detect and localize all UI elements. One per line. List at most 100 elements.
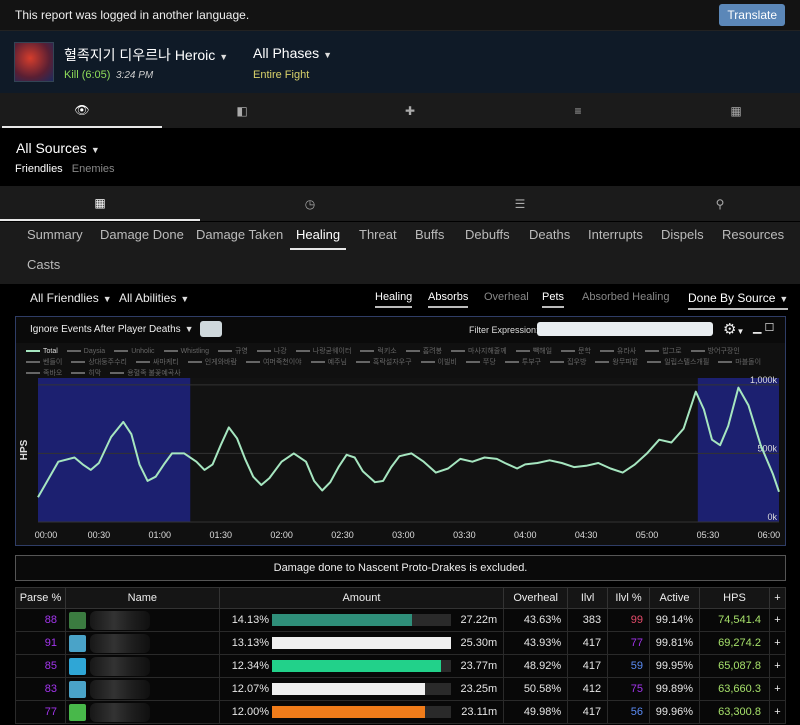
ilvl-pct-cell: 75 [607, 677, 651, 701]
chevron-down-icon: ▼ [102, 294, 112, 304]
phase-selector[interactable]: All Phases ▼ [253, 45, 332, 61]
col-active[interactable]: Active [649, 587, 701, 609]
hps-cell: 63,660.3 [699, 677, 770, 701]
tab-deaths[interactable]: Deaths [529, 222, 570, 250]
x-tick-label: 01:00 [149, 530, 172, 540]
expand-button[interactable]: + [768, 654, 787, 678]
table-header-row: Parse % Name Amount Overheal Ilvl Ilvl %… [15, 587, 787, 609]
tab-resources[interactable]: Resources [722, 222, 784, 250]
tab-casts[interactable]: Casts [27, 252, 60, 280]
amount-bar [271, 637, 451, 649]
amount-percent: 14.13% [231, 614, 269, 626]
list-icon: ☰ [514, 196, 526, 211]
active-cell: 99.95% [649, 654, 701, 678]
nav-tab-addons[interactable]: ✚ [330, 93, 490, 128]
table-row[interactable]: 85 12.34% 23.77m 48.92% 417 59 99.95% 65,087.8 + [15, 654, 787, 678]
nav-tab-overview[interactable]: 👁 [2, 93, 162, 128]
metric-tabs: Summary Damage Done Damage Taken Healing… [0, 222, 800, 284]
amount-value: 27.22m [460, 614, 498, 626]
nav-tab-replay[interactable]: ▦ [656, 93, 800, 128]
parse-cell: 85 [15, 654, 66, 678]
active-cell: 99.89% [649, 677, 701, 701]
kill-label: Kill (6:05) [64, 69, 111, 81]
view-tab-timeline[interactable]: ◷ [210, 186, 410, 221]
active-cell: 99.96% [649, 700, 701, 724]
tab-interrupts[interactable]: Interrupts [588, 222, 643, 250]
amount-cell: 14.13% 27.22m [218, 608, 505, 632]
overheal-cell: 50.58% [503, 677, 569, 701]
tab-enemies[interactable]: Enemies [72, 163, 115, 175]
col-name[interactable]: Name [64, 587, 220, 609]
parse-cell: 91 [15, 631, 66, 655]
tab-buffs[interactable]: Buffs [415, 222, 444, 250]
nav-tab-compare[interactable]: ◧ [162, 93, 322, 128]
view-tab-events[interactable]: ☰ [420, 186, 620, 221]
option-pets[interactable]: Pets [542, 291, 565, 308]
col-overheal[interactable]: Overheal [503, 587, 569, 609]
option-overheal[interactable]: Overheal [484, 291, 529, 306]
x-tick-label: 02:00 [270, 530, 293, 540]
chevron-down-icon: ▼ [779, 294, 789, 304]
table-row[interactable]: 88 14.13% 27.22m 43.63% 383 99 99.14% 74,541.4 + [15, 608, 787, 632]
boss-selector[interactable]: 혈족지기 디우르나 Heroic ▼ [64, 45, 228, 65]
tab-threat[interactable]: Threat [359, 222, 397, 250]
option-absorbs[interactable]: Absorbs [428, 291, 469, 308]
table-icon: ▦ [94, 195, 106, 210]
tab-damage-done[interactable]: Damage Done [100, 222, 184, 250]
healing-graph: Ignore Events After Player Deaths ▼ Filte… [15, 316, 786, 546]
y-tick-label: 0k [767, 512, 777, 522]
ilvl-pct-cell: 99 [607, 608, 651, 632]
tab-healing[interactable]: Healing [290, 222, 347, 250]
clock-icon: ◷ [304, 196, 316, 211]
x-tick-label: 04:00 [514, 530, 537, 540]
col-amount[interactable]: Amount [218, 587, 505, 609]
option-healing[interactable]: Healing [375, 291, 413, 308]
translate-button[interactable]: Translate [719, 4, 785, 26]
col-parse[interactable]: Parse % [15, 587, 66, 609]
col-add[interactable]: + [768, 587, 787, 609]
view-tab-table[interactable]: ▦ [0, 186, 200, 221]
expand-button[interactable]: + [768, 608, 787, 632]
name-cell[interactable] [64, 677, 220, 701]
friendlies-filter[interactable]: All Friendlies ▼ [30, 291, 112, 305]
tab-debuffs[interactable]: Debuffs [465, 222, 510, 250]
sources-selector[interactable]: All Sources ▼ [16, 140, 100, 156]
amount-bar [271, 683, 425, 695]
nav-tab-rankings[interactable]: ≡ [498, 93, 658, 128]
expand-button[interactable]: + [768, 677, 787, 701]
redacted-name [89, 611, 150, 630]
table-row[interactable]: 83 12.07% 23.25m 50.58% 412 75 99.89% 63,660.3 + [15, 677, 787, 701]
name-cell[interactable] [64, 654, 220, 678]
overheal-cell: 43.63% [503, 608, 569, 632]
name-cell[interactable] [64, 631, 220, 655]
name-cell[interactable] [64, 608, 220, 632]
done-by-selector[interactable]: Done By Source ▼ [688, 291, 789, 310]
hps-chart: 0k500k1,000kHPS00:00 00:30 01:00 01:30 02:00… [19, 375, 780, 540]
ilvl-pct-cell: 59 [607, 654, 651, 678]
col-hps[interactable]: HPS [699, 587, 770, 609]
sources-label: All Sources [16, 140, 87, 156]
option-absorbed-healing[interactable]: Absorbed Healing [582, 291, 669, 306]
tab-dispels[interactable]: Dispels [661, 222, 704, 250]
tab-summary[interactable]: Summary [27, 222, 83, 250]
spec-icon [68, 681, 86, 698]
amount-percent: 12.00% [231, 706, 269, 718]
active-cell: 99.14% [649, 608, 701, 632]
col-ilvl[interactable]: Ilvl [567, 587, 609, 609]
view-tab-map[interactable]: ⚲ [620, 186, 800, 221]
abilities-filter[interactable]: All Abilities ▼ [119, 291, 189, 305]
table-row[interactable]: 91 13.13% 25.30m 43.93% 417 77 99.81% 69,274.2 + [15, 631, 787, 655]
col-ilvl-pct[interactable]: Ilvl % [607, 587, 651, 609]
tab-damage-taken[interactable]: Damage Taken [196, 222, 283, 250]
table-row[interactable]: 77 12.00% 23.11m 49.98% 417 56 99.96% 63,300.8 + [15, 700, 787, 724]
hps-cell: 74,541.4 [699, 608, 770, 632]
expand-button[interactable]: + [768, 631, 787, 655]
ilvl-cell: 417 [567, 631, 609, 655]
x-tick-label: 01:30 [209, 530, 232, 540]
compare-icon: ◧ [236, 103, 248, 118]
expand-button[interactable]: + [768, 700, 787, 724]
name-cell[interactable] [64, 700, 220, 724]
tab-friendlies[interactable]: Friendlies [15, 163, 63, 175]
amount-bar-track [271, 614, 451, 626]
film-icon: ▦ [730, 103, 742, 118]
